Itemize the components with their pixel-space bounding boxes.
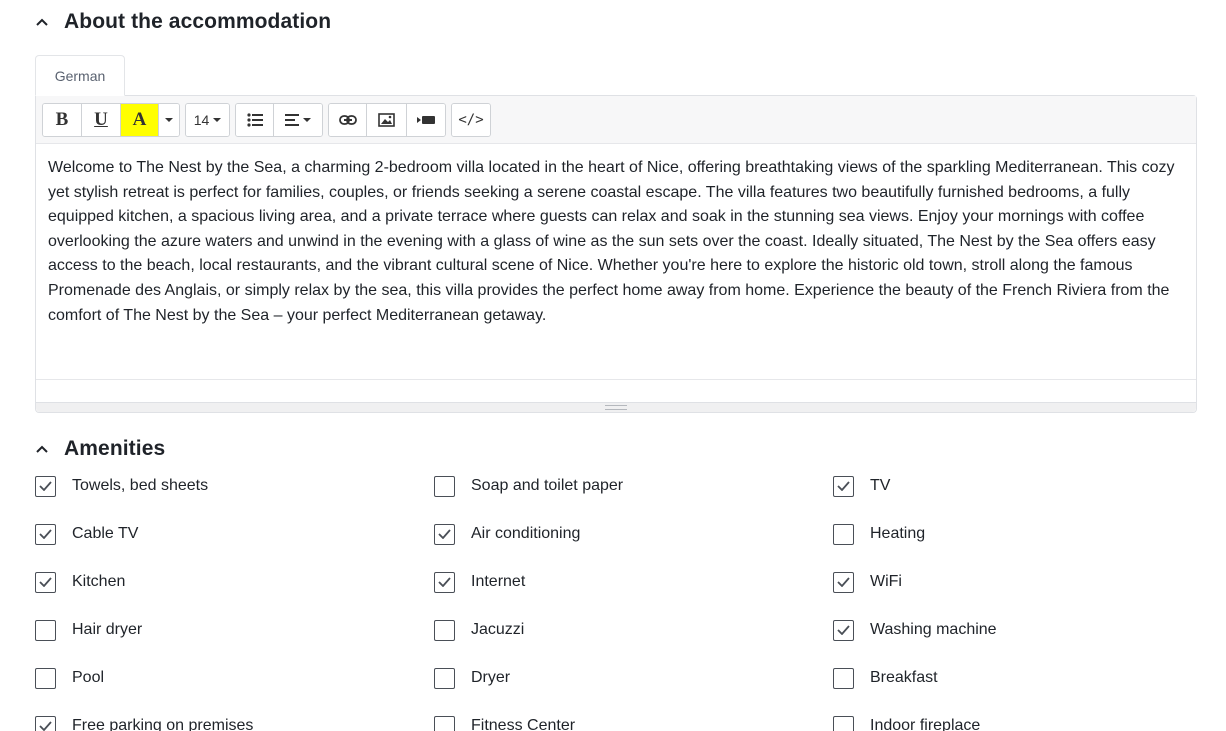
checkbox-unchecked[interactable] — [35, 667, 56, 689]
caret-down-icon — [165, 117, 173, 122]
checkbox-checked[interactable] — [833, 571, 854, 593]
checkbox-checked[interactable] — [833, 475, 854, 497]
editor-toolbar: B U A 14 </> — [36, 96, 1196, 144]
amenity-label: WiFi — [870, 573, 902, 590]
amenities-section-header[interactable]: Amenities — [34, 437, 165, 461]
checkbox-unchecked[interactable] — [434, 715, 455, 731]
amenity-item[interactable]: Cable TV — [35, 522, 138, 546]
amenity-item[interactable]: Free parking on premises — [35, 714, 253, 731]
amenity-label: Heating — [870, 525, 926, 542]
paragraph-group — [235, 102, 323, 137]
about-section-title: About the accommodation — [64, 10, 332, 33]
amenity-item[interactable]: Jacuzzi — [434, 618, 524, 642]
font-style-group: B U A — [42, 102, 180, 137]
amenity-item[interactable]: Air conditioning — [434, 522, 580, 546]
image-icon — [378, 112, 395, 127]
checkbox-unchecked[interactable] — [434, 475, 455, 497]
amenity-item[interactable]: Kitchen — [35, 570, 125, 594]
caret-down-icon — [213, 117, 222, 122]
amenity-item[interactable]: TV — [833, 474, 890, 498]
insert-video-button[interactable] — [407, 103, 445, 136]
amenity-label: Indoor fireplace — [870, 717, 981, 731]
amenity-label: Dryer — [471, 669, 511, 686]
checkbox-checked[interactable] — [833, 619, 854, 641]
checkbox-checked[interactable] — [35, 571, 56, 593]
align-dropdown-button[interactable] — [274, 103, 322, 136]
align-left-icon — [285, 113, 299, 126]
amenity-label: TV — [870, 477, 891, 494]
amenity-label: Kitchen — [72, 573, 126, 590]
amenity-item[interactable]: Fitness Center — [434, 714, 575, 731]
amenity-item[interactable]: Pool — [35, 666, 104, 690]
checkbox-checked[interactable] — [35, 475, 56, 497]
bullet-list-button[interactable] — [236, 103, 274, 136]
checkbox-checked[interactable] — [434, 571, 455, 593]
editor-divider — [36, 379, 1196, 380]
checkbox-unchecked[interactable] — [434, 619, 455, 641]
font-size-value: 14 — [193, 111, 210, 128]
highlight-dropdown-button[interactable] — [159, 103, 179, 136]
amenity-label: Breakfast — [870, 669, 938, 686]
video-icon — [417, 115, 435, 124]
insert-link-button[interactable] — [329, 103, 367, 136]
chevron-up-icon[interactable] — [34, 14, 50, 30]
resize-grip-icon[interactable] — [605, 405, 627, 410]
amenity-item[interactable]: Hair dryer — [35, 618, 142, 642]
bold-button[interactable]: B — [43, 103, 82, 136]
amenity-label: Jacuzzi — [471, 621, 525, 638]
amenity-label: Internet — [471, 573, 526, 590]
amenity-label: Towels, bed sheets — [72, 477, 209, 494]
insert-group — [328, 102, 446, 137]
amenity-label: Pool — [72, 669, 105, 686]
highlight-color-button[interactable]: A — [121, 103, 159, 136]
amenity-label: Cable TV — [72, 525, 139, 542]
amenity-item[interactable]: WiFi — [833, 570, 902, 594]
code-group: </> — [451, 102, 491, 137]
editor-content[interactable]: Welcome to The Nest by the Sea, a charmi… — [36, 144, 1196, 380]
code-view-button[interactable]: </> — [452, 103, 490, 136]
underline-button[interactable]: U — [82, 103, 121, 136]
checkbox-unchecked[interactable] — [434, 667, 455, 689]
tab-german[interactable]: German — [35, 55, 125, 96]
rich-text-editor: B U A 14 </> Welcome to The Nest by the … — [35, 95, 1197, 413]
amenity-label: Air conditioning — [471, 525, 581, 542]
checkbox-unchecked[interactable] — [833, 523, 854, 545]
amenity-item[interactable]: Internet — [434, 570, 525, 594]
checkbox-unchecked[interactable] — [833, 667, 854, 689]
amenities-section-title: Amenities — [64, 437, 166, 460]
checkbox-checked[interactable] — [434, 523, 455, 545]
amenity-item[interactable]: Heating — [833, 522, 925, 546]
amenity-label: Free parking on premises — [72, 717, 254, 731]
amenity-item[interactable]: Washing machine — [833, 618, 997, 642]
about-section-header[interactable]: About the accommodation — [34, 10, 331, 34]
insert-image-button[interactable] — [367, 103, 407, 136]
checkbox-checked[interactable] — [35, 715, 56, 731]
checkbox-checked[interactable] — [35, 523, 56, 545]
bullet-list-icon — [246, 112, 263, 127]
font-size-dropdown[interactable]: 14 — [186, 103, 229, 136]
amenity-item[interactable]: Indoor fireplace — [833, 714, 980, 731]
amenity-item[interactable]: Towels, bed sheets — [35, 474, 208, 498]
amenity-label: Washing machine — [870, 621, 997, 638]
font-size-group: 14 — [185, 102, 230, 137]
checkbox-unchecked[interactable] — [833, 715, 854, 731]
amenity-label: Fitness Center — [471, 717, 576, 731]
chevron-up-icon[interactable] — [34, 441, 50, 457]
link-icon — [338, 114, 357, 125]
checkbox-unchecked[interactable] — [35, 619, 56, 641]
caret-down-icon — [303, 117, 311, 122]
amenity-label: Soap and toilet paper — [471, 477, 624, 494]
editor-resize-bar[interactable] — [36, 402, 1196, 412]
amenity-label: Hair dryer — [72, 621, 143, 638]
amenity-item[interactable]: Dryer — [434, 666, 510, 690]
amenity-item[interactable]: Breakfast — [833, 666, 938, 690]
amenity-item[interactable]: Soap and toilet paper — [434, 474, 623, 498]
